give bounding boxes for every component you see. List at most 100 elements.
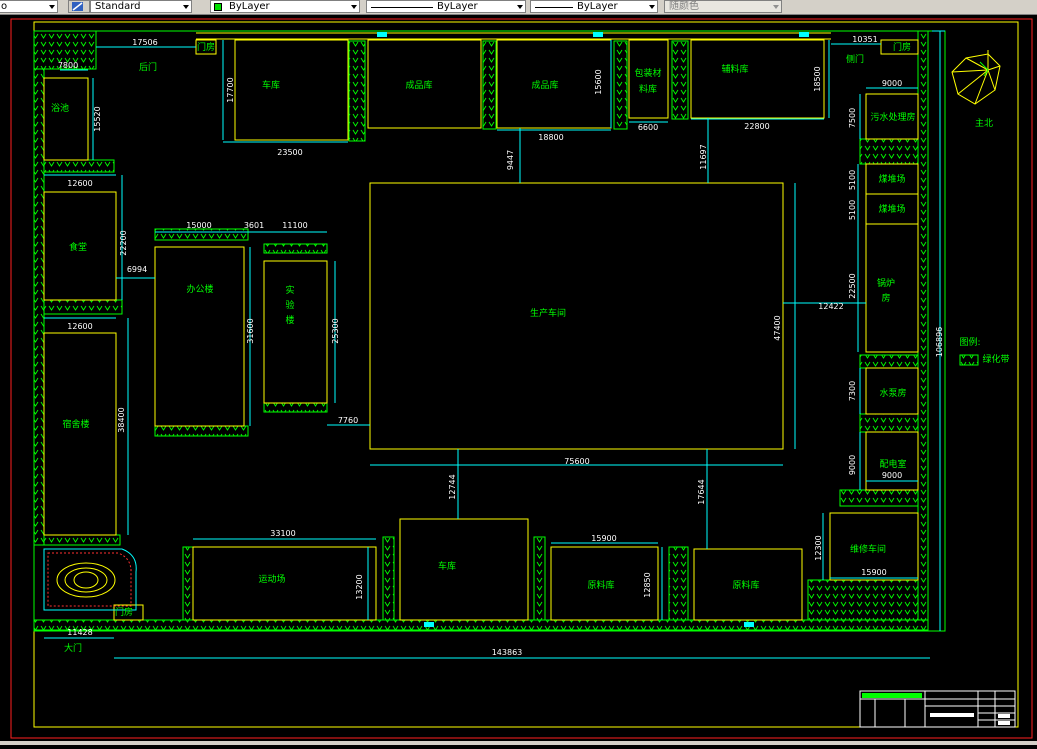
plot-style-dropdown[interactable]: 随颜色 xyxy=(664,0,782,13)
room-label-finished-store-1: 成品库 xyxy=(405,79,432,91)
buildings xyxy=(43,39,919,621)
dimension-label: 143863 xyxy=(492,648,523,657)
dimension-label: 12850 xyxy=(643,572,652,597)
chevron-down-icon xyxy=(649,5,655,9)
drawing-canvas[interactable]: 车库 成品库 成品库 包装材 料库 辅料库 污水处理房 煤堆场 煤堆场 锅炉 房… xyxy=(0,15,1037,745)
chevron-down-icon xyxy=(183,5,189,9)
dimension-label: 33100 xyxy=(270,529,295,538)
room-label-coal-store-2: 煤堆场 xyxy=(878,203,905,215)
gate-marker xyxy=(744,622,754,627)
dimension-label: 12600 xyxy=(67,322,92,331)
dimension-label: 7500 xyxy=(848,108,857,128)
gate-marker xyxy=(799,32,809,37)
room-label-coal-store-1: 煤堆场 xyxy=(878,173,905,185)
line-sample-icon xyxy=(535,7,573,8)
dimension-label: 15000 xyxy=(186,221,211,230)
room-label-pump-room: 水泵房 xyxy=(879,387,906,399)
line-sample-icon xyxy=(371,7,433,8)
room-label-lab: 实 xyxy=(285,284,294,296)
room-label-raw-store-1: 原料库 xyxy=(587,579,614,591)
dimension-label: 17700 xyxy=(226,77,235,102)
dimension-texts-vertical: 15520 22200 38400 31600 25300 17700 1560… xyxy=(93,66,944,599)
dimension-label: 18500 xyxy=(813,66,822,91)
properties-toolbar: o Standard ByLayer ByLayer ByLayer 随颜色 xyxy=(0,0,1037,15)
dimension-label: 47400 xyxy=(773,315,782,340)
gate-marker xyxy=(424,622,434,627)
dimension-label: 23500 xyxy=(277,148,302,157)
room-label-power-room: 配电室 xyxy=(879,458,906,470)
room-label-guard-right: 门房 xyxy=(893,41,911,53)
dimension-label: 5100 xyxy=(848,200,857,220)
dimension-label: 22800 xyxy=(744,122,769,131)
room-label-lab-2: 验 xyxy=(285,299,294,311)
text-style-dropdown[interactable]: Standard xyxy=(90,0,192,13)
gate-label-side: 侧门 xyxy=(846,53,864,65)
status-bar xyxy=(0,741,1037,745)
gate-label-back: 后门 xyxy=(139,61,157,73)
north-arrow-icon xyxy=(951,50,1001,105)
room-label-packaging-store: 包装材 xyxy=(634,67,661,79)
linetype-dropdown[interactable]: ByLayer xyxy=(366,0,526,13)
chevron-down-icon xyxy=(351,5,357,9)
dimension-label: 15520 xyxy=(93,106,102,131)
chevron-down-icon xyxy=(773,5,779,9)
dimension-label: 12600 xyxy=(67,179,92,188)
layer-dropdown[interactable]: o xyxy=(0,0,58,13)
dimension-label: 11428 xyxy=(67,628,92,637)
dimension-label: 25300 xyxy=(331,318,340,343)
room-label-dormitory: 宿舍楼 xyxy=(62,418,89,430)
room-label-wastewater-room: 污水处理房 xyxy=(870,111,915,123)
dimension-label: 12300 xyxy=(814,535,823,560)
dimension-label: 12744 xyxy=(448,474,457,499)
lineweight-dropdown[interactable]: ByLayer xyxy=(530,0,658,13)
dimension-label: 22200 xyxy=(119,230,128,255)
room-label-boiler-room-2: 房 xyxy=(881,292,890,304)
room-label-sports-field: 运动场 xyxy=(258,574,285,585)
dimension-label: 5100 xyxy=(848,170,857,190)
layer-value: o xyxy=(1,1,8,12)
text-style-icon[interactable] xyxy=(68,0,90,13)
dimension-label: 18800 xyxy=(538,133,563,142)
chevron-down-icon xyxy=(517,5,523,9)
lineweight-value: ByLayer xyxy=(577,1,618,12)
gate-marker xyxy=(593,32,603,37)
north-label: 主北 xyxy=(975,117,993,129)
gate-label-main: 大门 xyxy=(64,642,82,654)
fountain-feature xyxy=(43,548,137,611)
legend-title: 图例: xyxy=(959,336,980,348)
color-swatch-icon xyxy=(214,3,222,11)
room-label-repair-shop: 维修车间 xyxy=(850,543,886,555)
dimension-label: 106896 xyxy=(935,327,944,358)
color-value: ByLayer xyxy=(229,1,270,12)
color-dropdown[interactable]: ByLayer xyxy=(210,0,360,13)
dimension-label: 9000 xyxy=(848,455,857,475)
room-label-packaging-store-2: 料库 xyxy=(639,83,657,95)
dimension-label: 17644 xyxy=(697,479,706,504)
dimension-label: 12422 xyxy=(818,302,843,311)
room-label-guard-top: 门房 xyxy=(197,41,215,53)
gate-marker xyxy=(377,32,387,37)
dimension-label: 38400 xyxy=(117,407,126,432)
dimension-label: 11697 xyxy=(699,144,708,169)
room-label-garage-bottom: 车库 xyxy=(438,560,456,572)
dimension-label: 15900 xyxy=(861,568,886,577)
dimension-label: 75600 xyxy=(564,457,589,466)
room-label-boiler-room: 锅炉 xyxy=(877,277,895,289)
chevron-down-icon xyxy=(49,5,55,9)
room-label-guard-left: 门房 xyxy=(115,606,133,618)
dimension-label: 7800 xyxy=(58,61,78,70)
dimension-label: 3601 xyxy=(244,221,264,230)
room-label-canteen: 食堂 xyxy=(69,241,87,253)
legend-green-belt-label: 绿化带 xyxy=(982,353,1009,365)
room-label-lab-3: 楼 xyxy=(285,314,294,326)
dimension-label: 13200 xyxy=(355,574,364,599)
dimension-label: 11100 xyxy=(282,221,307,230)
title-block xyxy=(859,690,1016,728)
dimension-label: 7300 xyxy=(848,381,857,401)
dimension-label: 31600 xyxy=(246,318,255,343)
dimension-label: 9000 xyxy=(882,79,902,88)
room-label-raw-store-2: 原料库 xyxy=(732,579,759,591)
room-label-aux-store: 辅料库 xyxy=(721,63,748,75)
dimension-label: 15900 xyxy=(591,534,616,543)
room-label-office: 办公楼 xyxy=(186,283,213,295)
